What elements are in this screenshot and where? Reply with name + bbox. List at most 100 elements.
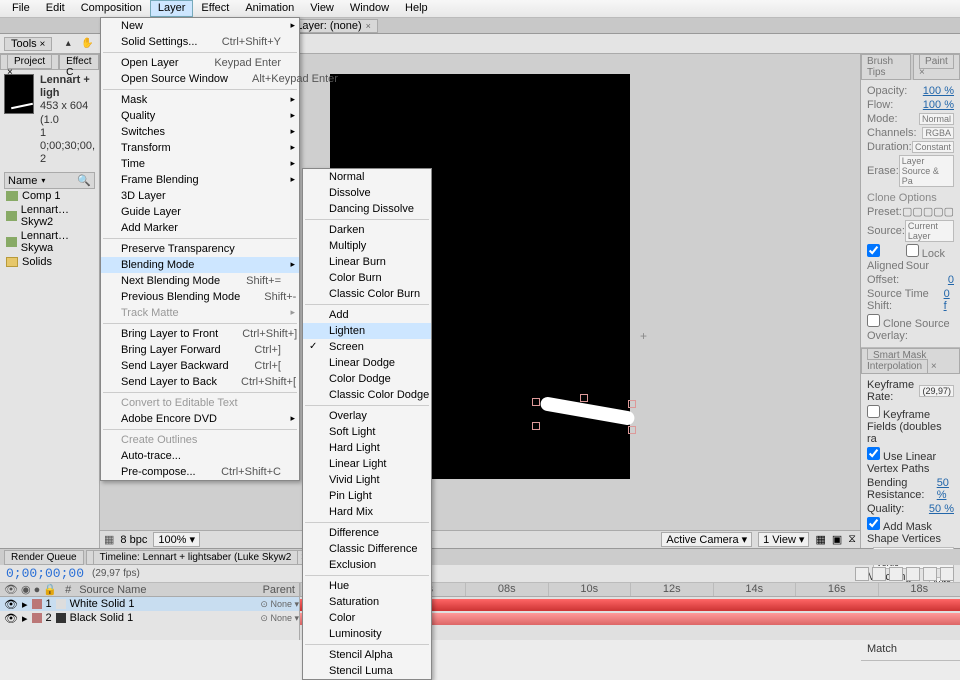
menu-animation[interactable]: Animation [237, 0, 302, 17]
kff-checkbox[interactable]: Keyframe Fields (doubles ra [867, 405, 954, 445]
clone-overlay-checkbox[interactable]: Clone Source Overlay: [867, 314, 954, 342]
menu-item[interactable]: Transform▸ [101, 140, 299, 156]
blend-mode-item[interactable]: Color Dodge [303, 371, 431, 387]
menu-file[interactable]: File [4, 0, 38, 17]
menu-composition[interactable]: Composition [73, 0, 150, 17]
menu-item[interactable]: New▸ [101, 18, 299, 34]
menu-help[interactable]: Help [397, 0, 436, 17]
ulvp-checkbox[interactable]: Use Linear Vertex Paths [867, 447, 954, 475]
blend-mode-item[interactable]: Dissolve [303, 185, 431, 201]
blend-mode-item[interactable]: Darken [303, 222, 431, 238]
blend-mode-item[interactable]: Linear Dodge [303, 355, 431, 371]
menu-item[interactable]: Blending Mode▸ [101, 257, 299, 273]
q-value[interactable]: 50 % [929, 503, 954, 515]
render-queue-tab[interactable]: Render Queue [4, 550, 84, 565]
transform-handle[interactable] [580, 394, 588, 402]
timeline-layer-row[interactable]: 👁▸1White Solid 1⊙ None ▾ [0, 597, 299, 611]
blend-mode-item[interactable]: Difference [303, 525, 431, 541]
source-select[interactable]: Current Layer [905, 220, 954, 242]
grid-icon[interactable]: ▦ [815, 533, 825, 546]
effects-tab[interactable]: Effect C [59, 54, 99, 70]
menu-item[interactable]: Bring Layer to FrontCtrl+Shift+] [101, 326, 299, 342]
hand-tool-icon[interactable]: ✋ [78, 36, 96, 52]
menu-item[interactable]: Next Blending ModeShift+= [101, 273, 299, 289]
erase-select[interactable]: Layer Source & Pa [899, 155, 954, 187]
bpc-label[interactable]: 8 bpc [120, 534, 147, 546]
blend-mode-item[interactable]: Stencil Luma [303, 663, 431, 679]
menu-item[interactable]: Add Marker [101, 220, 299, 236]
project-item[interactable]: Comp 1 [4, 189, 95, 203]
menu-view[interactable]: View [302, 0, 342, 17]
menu-item[interactable]: Bring Layer ForwardCtrl+] [101, 342, 299, 358]
blend-mode-item[interactable]: Color [303, 610, 431, 626]
blend-mode-item[interactable]: Hue [303, 578, 431, 594]
mode-select[interactable]: Normal [919, 113, 954, 125]
blend-mode-item[interactable]: Stencil Alpha [303, 647, 431, 663]
brush-tips-tab[interactable]: Brush Tips [861, 54, 911, 80]
locksrc-checkbox[interactable]: Lock Sour [906, 244, 954, 272]
channels-select[interactable]: RGBA [922, 127, 954, 139]
aligned-checkbox[interactable]: Aligned [867, 244, 906, 272]
menu-item[interactable]: Send Layer BackwardCtrl+[ [101, 358, 299, 374]
transform-handle[interactable] [532, 422, 540, 430]
blend-mode-item[interactable]: Dancing Dissolve [303, 201, 431, 217]
sts-value[interactable]: 0 f [944, 288, 954, 312]
doc-tab[interactable]: Layer: (none)× [289, 19, 378, 33]
blend-mode-item[interactable]: Normal [303, 169, 431, 185]
zoom-select[interactable]: 100% ▾ [153, 532, 200, 547]
transform-handle[interactable] [628, 426, 636, 434]
amsv-checkbox[interactable]: Add Mask Shape Vertices [867, 517, 954, 545]
menu-item[interactable]: Solid Settings...Ctrl+Shift+Y [101, 34, 299, 50]
close-icon[interactable]: × [366, 21, 371, 31]
blend-mode-item[interactable]: Exclusion [303, 557, 431, 573]
current-timecode[interactable]: 0;00;00;00 [6, 566, 84, 581]
menu-item[interactable]: 3D Layer [101, 188, 299, 204]
camera-select[interactable]: Active Camera ▾ [661, 532, 752, 547]
blend-mode-item[interactable]: Overlay [303, 408, 431, 424]
project-item[interactable]: Lennart…Skyw2 [4, 203, 95, 229]
blend-mode-item[interactable]: Vivid Light [303, 472, 431, 488]
menu-item[interactable]: Time▸ [101, 156, 299, 172]
transform-handle[interactable] [532, 398, 540, 406]
blend-mode-item[interactable]: Soft Light [303, 424, 431, 440]
menu-item[interactable]: Preserve Transparency [101, 241, 299, 257]
menu-item[interactable]: Previous Blending ModeShift+- [101, 289, 299, 305]
blend-mode-item[interactable]: Multiply [303, 238, 431, 254]
preset-icons[interactable]: ▢▢▢▢▢ [902, 205, 954, 218]
blend-mode-item[interactable]: Classic Color Dodge [303, 387, 431, 403]
duration-select[interactable]: Constant [912, 141, 954, 153]
smi-tab[interactable]: Smart Mask Interpolation × [861, 348, 960, 374]
menu-item[interactable]: Quality▸ [101, 108, 299, 124]
blend-mode-item[interactable]: Color Burn [303, 270, 431, 286]
menu-item[interactable]: Adobe Encore DVD▸ [101, 411, 299, 427]
br-value[interactable]: 50 % [937, 477, 954, 501]
menu-effect[interactable]: Effect [193, 0, 237, 17]
menu-item[interactable]: Open LayerKeypad Enter [101, 55, 299, 71]
name-column-header[interactable]: Name▾🔍 [4, 172, 95, 189]
menu-item[interactable]: Frame Blending▸ [101, 172, 299, 188]
timeline-switches[interactable] [855, 567, 954, 581]
menu-layer[interactable]: Layer [150, 0, 194, 17]
blend-mode-item[interactable]: Classic Difference [303, 541, 431, 557]
project-item[interactable]: Lennart…Skywa [4, 229, 95, 255]
keyframe-rate[interactable]: (29,97) [919, 385, 954, 397]
opacity-value[interactable]: 100 % [923, 85, 954, 97]
blend-mode-item[interactable]: Hard Mix [303, 504, 431, 520]
blend-mode-item[interactable]: Hard Light [303, 440, 431, 456]
transform-handle[interactable] [628, 400, 636, 408]
menu-item[interactable]: Mask▸ [101, 92, 299, 108]
menu-edit[interactable]: Edit [38, 0, 73, 17]
timeline-layer-row[interactable]: 👁▸2Black Solid 1⊙ None ▾ [0, 611, 299, 625]
blend-mode-item[interactable]: Classic Color Burn [303, 286, 431, 302]
menu-item[interactable]: Auto-trace... [101, 448, 299, 464]
blend-mode-item[interactable]: Add [303, 307, 431, 323]
view-select[interactable]: 1 View ▾ [758, 532, 809, 547]
menu-item[interactable]: Switches▸ [101, 124, 299, 140]
mask-icon[interactable]: ▣ [832, 533, 842, 546]
timeline-tab[interactable]: Timeline: Lennart + lightsaber (Luke Sky… [86, 550, 314, 565]
menu-item[interactable]: Guide Layer [101, 204, 299, 220]
blend-mode-item[interactable]: Saturation [303, 594, 431, 610]
selection-tool-icon[interactable]: ▴ [59, 36, 77, 52]
menu-item[interactable]: Pre-compose...Ctrl+Shift+C [101, 464, 299, 480]
blend-mode-item[interactable]: Pin Light [303, 488, 431, 504]
